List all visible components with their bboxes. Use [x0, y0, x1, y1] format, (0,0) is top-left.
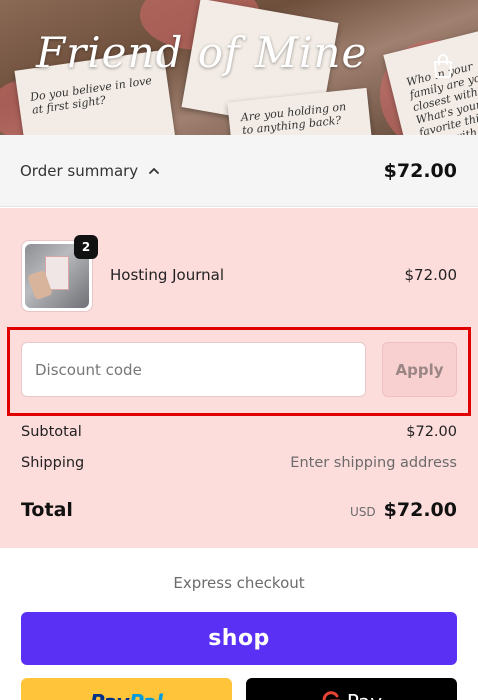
- shopping-bag-icon[interactable]: [431, 53, 455, 79]
- total-amount-group: USD $72.00: [350, 499, 457, 521]
- header-banner: Do you believe in love at first sight? A…: [0, 0, 478, 135]
- total-label: Total: [21, 499, 73, 521]
- product-name: Hosting Journal: [110, 266, 224, 284]
- total-row: Total USD $72.00: [21, 499, 457, 521]
- gpay-label: Pay: [347, 690, 382, 700]
- order-summary-label: Order summary: [20, 161, 139, 180]
- currency-code: USD: [350, 505, 376, 519]
- google-pay-button[interactable]: Pay: [246, 678, 457, 700]
- total-amount: $72.00: [383, 499, 457, 521]
- line-item: 2 Hosting Journal $72.00: [21, 235, 458, 312]
- order-summary-bar: Order summary $72.00: [0, 135, 478, 207]
- shipping-row: Shipping Enter shipping address: [21, 455, 457, 471]
- subtotal-label: Subtotal: [21, 424, 82, 440]
- store-logo[interactable]: Friend of Mine: [36, 28, 366, 88]
- subtotal-row: Subtotal $72.00: [21, 424, 457, 440]
- paypal-button[interactable]: PayPal: [21, 678, 232, 700]
- discount-code-input[interactable]: [21, 342, 366, 397]
- shipping-value: Enter shipping address: [290, 455, 457, 471]
- chevron-up-icon: [149, 167, 160, 174]
- google-g-icon: [322, 691, 340, 700]
- shipping-label: Shipping: [21, 455, 85, 471]
- express-checkout-label: Express checkout: [173, 574, 305, 592]
- shop-pay-button[interactable]: shop: [21, 612, 457, 665]
- card-text: Are you holding on to anything back?: [240, 100, 347, 135]
- paypal-logo-text: Pay: [90, 690, 129, 700]
- order-summary-toggle[interactable]: Order summary: [20, 162, 160, 180]
- subtotal-value: $72.00: [406, 424, 457, 440]
- paypal-logo-text: Pal: [129, 690, 163, 700]
- product-price: $72.00: [404, 266, 458, 284]
- quantity-badge: 2: [74, 235, 98, 259]
- order-summary-total: $72.00: [383, 159, 457, 182]
- apply-discount-button[interactable]: Apply: [382, 342, 457, 397]
